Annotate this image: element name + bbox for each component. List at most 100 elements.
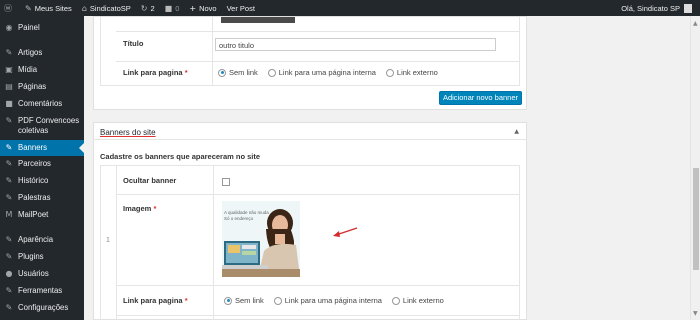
wordpress-logo-item[interactable]: ⓦ <box>4 3 15 14</box>
required-mark: * <box>184 68 188 77</box>
my-account-menu[interactable]: Olá, Sindicato SP <box>621 3 692 13</box>
radio-button[interactable] <box>385 68 394 77</box>
page-scrollbar[interactable]: ▲ ▼ <box>690 16 700 320</box>
radio-button[interactable] <box>391 296 400 305</box>
view-post-link[interactable]: Ver Post <box>227 4 255 13</box>
sidebar-item-plugins[interactable]: ✎ Plugins <box>0 250 84 264</box>
row-frame-bottom <box>100 85 520 86</box>
radio-sem-link[interactable]: Sem link <box>224 296 264 305</box>
avatar <box>684 3 692 13</box>
add-banner-button[interactable]: Adicionar novo banner <box>439 91 522 105</box>
sidebar-item-painel[interactable]: ◉ Painel <box>0 21 84 35</box>
required-mark: * <box>153 204 157 213</box>
banners-panel: Banners do site ▲ Cadastre os banners qu… <box>93 122 527 320</box>
comments-menu[interactable]: ■ 0 <box>165 4 180 13</box>
current-site-menu[interactable]: ⌂ SindicatoSP <box>82 4 131 13</box>
sidebar-item-configura-es[interactable]: ✎ Configurações <box>0 301 84 315</box>
sidebar-item-label: Comentários <box>18 99 63 108</box>
link-options: Sem link Link para uma página interna Li… <box>218 68 448 77</box>
sidebar-item-label: Painel <box>18 23 40 32</box>
comment-bubble-icon: ■ <box>164 3 173 13</box>
pin-icon: ✎ <box>5 143 13 152</box>
sidebar-item-usu-rios[interactable]: ● Usuários <box>0 267 84 281</box>
radio-label: Link para uma página interna <box>284 296 382 305</box>
wordpress-icon: ⓦ <box>4 3 12 13</box>
users-icon: ● <box>5 269 13 278</box>
row-divider <box>117 285 520 286</box>
radio-button[interactable] <box>267 68 276 77</box>
radio-link-externo[interactable]: Link externo <box>391 296 444 305</box>
radio-button[interactable] <box>273 296 282 305</box>
radio-button-checked[interactable] <box>218 68 226 77</box>
ocultar-banner-checkbox[interactable] <box>222 178 230 186</box>
sidebar-item-mailpoet[interactable]: M MailPoet <box>0 208 84 222</box>
pin-icon: ✎ <box>5 48 13 57</box>
my-sites-menu[interactable]: ✎ Meus Sites <box>25 4 72 13</box>
updates-menu[interactable]: ↻ 2 <box>141 4 155 13</box>
radio-link-interna[interactable]: Link para uma página interna <box>273 296 382 305</box>
radio-button-checked[interactable] <box>224 296 232 305</box>
sidebar-item-ferramentas[interactable]: ✎ Ferramentas <box>0 284 84 298</box>
row-frame-left <box>100 17 101 85</box>
sidebar-item-apar-ncia[interactable]: ✎ Aparência <box>0 233 84 247</box>
radio-link-externo[interactable]: Link externo <box>385 68 438 77</box>
radio-label: Link para uma página interna <box>278 68 376 77</box>
scroll-up-arrow-icon[interactable]: ▲ <box>693 20 698 27</box>
link-label-text: Link para pagina <box>123 296 183 305</box>
dashboard-icon: ◉ <box>5 23 13 32</box>
titulo-label: Título <box>123 39 144 48</box>
scroll-down-arrow-icon[interactable]: ▼ <box>693 310 698 317</box>
link-label: Link para pagina * <box>123 296 188 305</box>
sidebar-item-p-ginas[interactable]: ▤ Páginas <box>0 80 84 94</box>
updates-count: 2 <box>150 3 155 13</box>
updates-icon: ↻ <box>140 3 148 13</box>
imagem-label: Imagem * <box>123 204 156 213</box>
row-frame-right <box>519 17 520 85</box>
sidebar-item-parceiros[interactable]: ✎ Parceiros <box>0 157 84 171</box>
sidebar-item-label: Usuários <box>18 269 49 278</box>
scrollbar-thumb[interactable] <box>693 168 699 270</box>
previous-banner-panel: Título outro titulo Link para pagina * S… <box>93 16 527 110</box>
collapse-arrow-icon[interactable]: ▲ <box>514 128 519 135</box>
sidebar-item-pdf-convencoes-coletivas[interactable]: ✎ PDF Convencoes coletivas <box>0 114 84 136</box>
page-icon: ▤ <box>5 82 13 91</box>
label-column-divider <box>213 166 214 320</box>
radio-label: Sem link <box>229 68 258 77</box>
banner-image-thumbnail[interactable]: A qualidade não muda Só o endereço <box>222 201 300 277</box>
ocultar-banner-label: Ocultar banner <box>123 176 177 185</box>
radio-label: Link externo <box>402 296 444 305</box>
link-label-text: Link para pagina <box>123 68 183 77</box>
row-divider <box>116 31 519 32</box>
banners-panel-title: Banners do site <box>100 128 156 137</box>
link-label: Link para pagina * <box>123 68 188 77</box>
row-number: 1 <box>106 237 110 244</box>
row-divider <box>117 315 520 316</box>
new-content-menu[interactable]: + Novo <box>189 4 216 13</box>
sidebar-item-label: Mídia <box>18 65 38 74</box>
sites-icon: ✎ <box>25 3 32 13</box>
titulo-value: outro titulo <box>219 41 255 50</box>
radio-sem-link[interactable]: Sem link <box>218 68 258 77</box>
sidebar-item-banners[interactable]: ✎ Banners <box>0 140 84 156</box>
admin-bar: ⓦ ✎ Meus Sites ⌂ SindicatoSP ↻ 2 ■ 0 + N… <box>0 0 700 16</box>
sidebar-item-artigos[interactable]: ✎ Artigos <box>0 46 84 60</box>
required-mark: * <box>184 296 188 305</box>
row-number-divider <box>116 166 117 320</box>
sidebar-item-label: Histórico <box>18 176 49 185</box>
radio-label: Sem link <box>235 296 264 305</box>
plus-icon: + <box>189 3 197 13</box>
sidebar-item-label: Aparência <box>18 235 54 244</box>
radio-link-interna[interactable]: Link para uma página interna <box>267 68 376 77</box>
banners-description: Cadastre os banners que apareceram no si… <box>100 152 261 161</box>
appearance-icon: ✎ <box>5 235 13 244</box>
titulo-input[interactable]: outro titulo <box>215 38 496 51</box>
previous-image-bottom <box>221 17 295 23</box>
sidebar-item-label: PDF Convencoes coletivas <box>18 116 80 135</box>
sidebar-item-m-dia[interactable]: ▣ Mídia <box>0 63 84 77</box>
sidebar-item-palestras[interactable]: ✎ Palestras <box>0 191 84 205</box>
sidebar-item-coment-rios[interactable]: ■ Comentários <box>0 97 84 111</box>
sidebar-item-hist-rico[interactable]: ✎ Histórico <box>0 174 84 188</box>
banner-woman-illustration <box>222 209 300 277</box>
label-column-divider <box>212 17 213 85</box>
media-icon: ▣ <box>5 65 13 74</box>
